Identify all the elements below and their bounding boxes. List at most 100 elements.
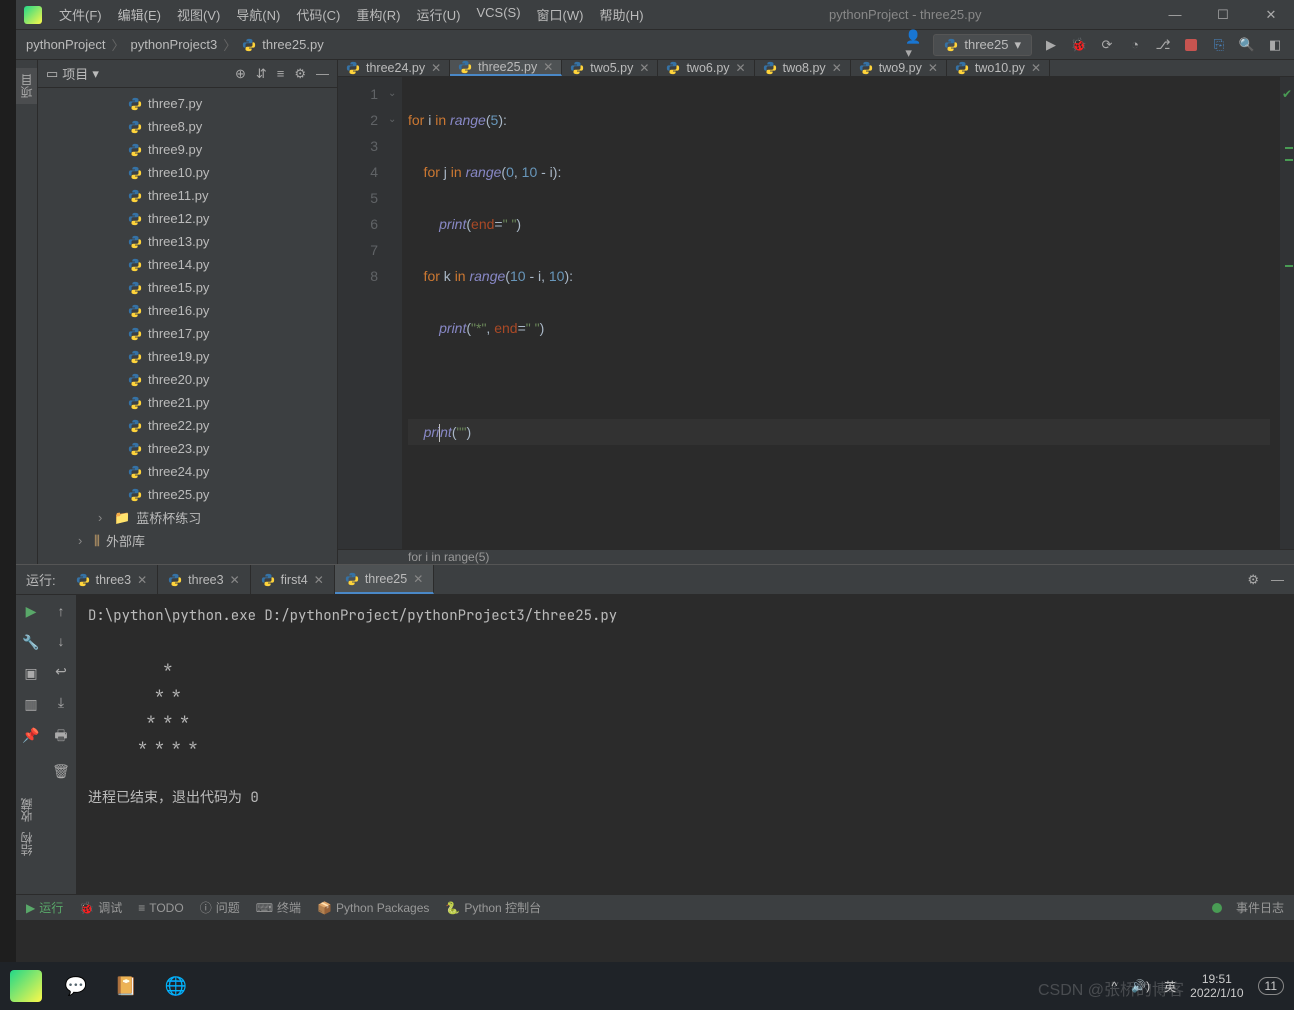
tab-close-icon[interactable]: ✕	[314, 573, 324, 587]
task-pycharm-icon[interactable]	[10, 970, 42, 1002]
sb-packages[interactable]: 📦 Python Packages	[317, 901, 429, 915]
vcs-icon[interactable]: ⎘	[1210, 36, 1228, 54]
sb-eventlog[interactable]: 事件日志	[1236, 899, 1284, 916]
project-tree[interactable]: three7.pythree8.pythree9.pythree10.pythr…	[38, 88, 337, 564]
tab-close-icon[interactable]: ✕	[1031, 61, 1041, 75]
menu-edit[interactable]: 编辑(E)	[111, 2, 168, 27]
menu-run[interactable]: 运行(U)	[409, 2, 467, 27]
expand-icon[interactable]: ⇵	[256, 66, 267, 82]
runtab-three3[interactable]: three3✕	[158, 565, 251, 594]
tree-file[interactable]: three8.py	[38, 115, 337, 138]
code-editor[interactable]: for i in range(5): for j in range(0, 10 …	[402, 77, 1280, 549]
tab-close-icon[interactable]: ✕	[230, 573, 240, 587]
menu-nav[interactable]: 导航(N)	[229, 2, 287, 27]
menu-refactor[interactable]: 重构(R)	[349, 2, 407, 27]
stripe-favorites[interactable]: 收藏	[18, 798, 36, 822]
tray-clock[interactable]: 19:51 2022/1/10	[1190, 972, 1243, 1001]
stripe-project[interactable]: 项目	[16, 68, 37, 104]
pin-icon[interactable]: 📌	[22, 727, 39, 744]
menu-vcs[interactable]: VCS(S)	[469, 2, 527, 27]
tree-file[interactable]: three24.py	[38, 460, 337, 483]
stop2-icon[interactable]: ▣	[24, 665, 37, 682]
concurrency-icon[interactable]: ⎇	[1154, 36, 1172, 54]
tree-file[interactable]: three11.py	[38, 184, 337, 207]
scroll-end-icon[interactable]: ⤓	[58, 694, 64, 711]
tab-close-icon[interactable]: ✕	[413, 572, 423, 586]
runtab-three25[interactable]: three25✕	[335, 565, 434, 594]
sb-run[interactable]: ▶ 运行	[26, 899, 63, 916]
crumb-file[interactable]: three25.py	[262, 37, 323, 52]
print-icon[interactable]: 🖶	[54, 725, 67, 749]
tab-close-icon[interactable]: ✕	[832, 61, 842, 75]
tree-file[interactable]: three14.py	[38, 253, 337, 276]
tray-volume-icon[interactable]: 🔊)	[1131, 979, 1150, 993]
tray-notification-icon[interactable]: 11	[1258, 977, 1284, 995]
task-wechat-icon[interactable]: 💬	[60, 970, 92, 1002]
tree-file[interactable]: three19.py	[38, 345, 337, 368]
rerun-icon[interactable]: ▶	[26, 603, 37, 620]
tab-two10-py[interactable]: two10.py✕	[947, 60, 1050, 76]
tree-external-libs[interactable]: ›⫼ 外部库	[38, 529, 337, 552]
tree-file[interactable]: three7.py	[38, 92, 337, 115]
tab-three25-py[interactable]: three25.py✕	[450, 60, 562, 76]
tab-two8-py[interactable]: two8.py✕	[755, 60, 851, 76]
close-icon[interactable]: ✕	[1256, 7, 1286, 23]
stop-icon[interactable]	[1182, 36, 1200, 54]
tab-close-icon[interactable]: ✕	[736, 61, 746, 75]
locate-icon[interactable]: ⊕	[235, 66, 246, 82]
tree-file[interactable]: three22.py	[38, 414, 337, 437]
crumb-root[interactable]: pythonProject	[26, 37, 106, 52]
wrench-icon[interactable]: 🔧	[22, 634, 39, 651]
softwrap-icon[interactable]: ↩	[55, 663, 67, 680]
tree-file[interactable]: three25.py	[38, 483, 337, 506]
task-edge-icon[interactable]: 🌐	[160, 970, 192, 1002]
tree-file[interactable]: three23.py	[38, 437, 337, 460]
search-icon[interactable]: 🔍	[1238, 36, 1256, 54]
tree-file[interactable]: three10.py	[38, 161, 337, 184]
profile-icon[interactable]: ◔	[1126, 36, 1144, 54]
tab-close-icon[interactable]: ✕	[543, 60, 553, 74]
run-config-selector[interactable]: three25 ▾	[933, 34, 1032, 56]
sb-problems[interactable]: ⓘ 问题	[200, 899, 240, 916]
sb-todo[interactable]: ≡ TODO	[138, 901, 183, 915]
menu-help[interactable]: 帮助(H)	[592, 2, 650, 27]
tab-close-icon[interactable]: ✕	[928, 61, 938, 75]
tree-folder[interactable]: ›📁 蓝桥杯练习	[38, 506, 337, 529]
tab-two5-py[interactable]: two5.py✕	[562, 60, 658, 76]
code-breadcrumb[interactable]: for i in range(5)	[338, 549, 1294, 564]
menu-window[interactable]: 窗口(W)	[530, 2, 591, 27]
tree-file[interactable]: three15.py	[38, 276, 337, 299]
menu-view[interactable]: 视图(V)	[170, 2, 227, 27]
console-output[interactable]: D:\python\python.exe D:/pythonProject/py…	[76, 595, 1294, 894]
runtab-first4[interactable]: first4✕	[251, 565, 335, 594]
tray-ime[interactable]: 英	[1164, 978, 1176, 995]
menu-file[interactable]: 文件(F)	[52, 2, 109, 27]
tree-file[interactable]: three12.py	[38, 207, 337, 230]
stripe-structure[interactable]: 结构	[18, 832, 36, 856]
tree-file[interactable]: three21.py	[38, 391, 337, 414]
up-icon[interactable]: ↑	[58, 603, 65, 619]
hide-icon[interactable]: —	[1271, 572, 1284, 588]
collapse-icon[interactable]: ≡	[277, 66, 285, 82]
layout-icon[interactable]: ▥	[24, 696, 37, 713]
sb-console[interactable]: 🐍 Python 控制台	[445, 899, 541, 916]
user-icon[interactable]: 👤▾	[905, 36, 923, 54]
maximize-icon[interactable]: ☐	[1208, 7, 1238, 23]
run-icon[interactable]: ▶	[1042, 36, 1060, 54]
task-notes-icon[interactable]: 📔	[110, 970, 142, 1002]
sb-debug[interactable]: 🐞 调试	[79, 899, 122, 916]
trash-icon[interactable]: 🗑	[52, 763, 70, 780]
tab-two6-py[interactable]: two6.py✕	[658, 60, 754, 76]
debug-icon[interactable]: 🐞	[1070, 36, 1088, 54]
coverage-icon[interactable]: ⟳	[1098, 36, 1116, 54]
crumb-folder[interactable]: pythonProject3	[131, 37, 218, 52]
tree-file[interactable]: three16.py	[38, 299, 337, 322]
tree-file[interactable]: three20.py	[38, 368, 337, 391]
tree-file[interactable]: three13.py	[38, 230, 337, 253]
tab-close-icon[interactable]: ✕	[137, 573, 147, 587]
runtab-three3[interactable]: three3✕	[66, 565, 159, 594]
tab-two9-py[interactable]: two9.py✕	[851, 60, 947, 76]
tab-close-icon[interactable]: ✕	[431, 61, 441, 75]
tab-three24-py[interactable]: three24.py✕	[338, 60, 450, 76]
ide-settings-icon[interactable]: ◧	[1266, 36, 1284, 54]
